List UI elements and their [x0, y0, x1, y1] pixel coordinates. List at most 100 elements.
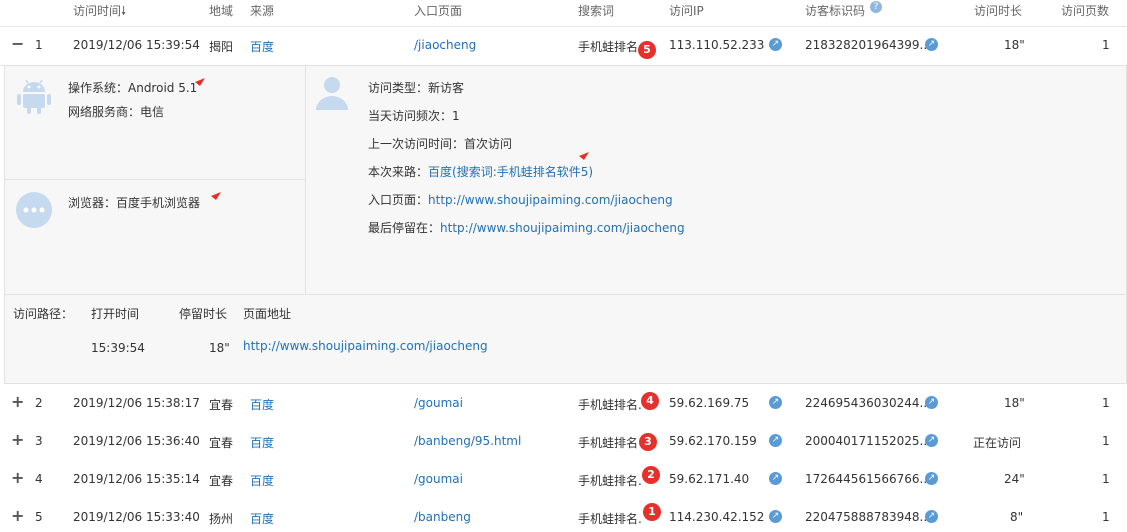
isp-info: 网络服务商：电信 [68, 105, 165, 119]
help-icon[interactable]: ? [870, 1, 882, 13]
row-visitor-id: 172644561566766... [805, 472, 931, 486]
row-region: 扬州 [209, 512, 234, 526]
path-time: 15:39:54 [91, 341, 145, 355]
expand-toggle[interactable]: + [11, 506, 24, 525]
row-visitor-id: 220475888783948... [805, 510, 931, 524]
annotation-arrow [211, 192, 221, 200]
path-label: 访问路径： [13, 307, 74, 321]
sort-by-visit-time[interactable]: 访问时间🠗 [73, 2, 126, 23]
row-region: 揭阳 [209, 40, 234, 54]
row-search-term: 手机蛙排名. [578, 512, 642, 526]
last-stay-label: 最后停留在： [368, 221, 441, 235]
row-source-link[interactable]: 百度 [250, 434, 274, 451]
header-region: 地域 [209, 4, 234, 18]
path-header-page: 页面地址 [243, 307, 292, 321]
collapse-toggle[interactable]: − [11, 34, 24, 53]
header-duration: 访问时长 [974, 4, 1023, 18]
table-row[interactable]: − 1 2019/12/06 15:39:54 揭阳 百度 /jiaocheng… [0, 27, 1127, 66]
trend-icon[interactable]: ↗ [769, 472, 782, 485]
row-entry-link[interactable]: /banbeng/95.html [414, 434, 521, 448]
row-source-link[interactable]: 百度 [250, 472, 274, 489]
header-visitor-id: 访客标识码 [805, 4, 866, 18]
android-icon [17, 79, 51, 114]
table-row[interactable]: + 2 2019/12/06 15:38:17 宜春 百度 /goumai 手机… [0, 385, 1127, 424]
annotation-arrow [195, 78, 205, 86]
day-frequency: 当天访问频次：1 [368, 109, 460, 123]
table-row[interactable]: + 3 2019/12/06 15:36:40 宜春 百度 /banbeng/9… [0, 423, 1127, 462]
entry-info: 入口页面：http://www.shoujipaiming.com/jiaoch… [368, 191, 673, 208]
row-index: 1 [35, 38, 43, 52]
trend-icon[interactable]: ↗ [925, 472, 938, 485]
header-visit-ip: 访问IP [669, 4, 704, 18]
row-entry-link[interactable]: /goumai [414, 396, 463, 410]
path-header-stay: 停留时长 [179, 307, 228, 321]
row-ip: 114.230.42.152 [669, 510, 765, 524]
annotation-badge: 5 [638, 41, 656, 59]
row-pages: 1 [1102, 434, 1110, 448]
row-time: 2019/12/06 15:38:17 [73, 396, 200, 410]
source-label: 本次来路： [368, 165, 429, 179]
source-link[interactable]: 百度(搜索词:手机蛙排名软件5) [428, 165, 593, 179]
expand-toggle[interactable]: + [11, 468, 24, 487]
row-pages: 1 [1102, 472, 1110, 486]
trend-icon[interactable]: ↗ [769, 396, 782, 409]
row-ip: 59.62.171.40 [669, 472, 750, 486]
path-url-link[interactable]: http://www.shoujipaiming.com/jiaocheng [243, 339, 488, 353]
last-stay-info: 最后停留在：http://www.shoujipaiming.com/jiaoc… [368, 219, 685, 236]
table-row[interactable]: + 5 2019/12/06 15:33:40 扬州 百度 /banbeng 手… [0, 499, 1127, 532]
entry-page-link[interactable]: http://www.shoujipaiming.com/jiaocheng [428, 193, 673, 207]
header-pages: 访问页数 [1061, 4, 1110, 18]
row-index: 2 [35, 396, 43, 410]
entry-label: 入口页面： [368, 193, 429, 207]
row-visitor-id: 200040171152025... [805, 434, 931, 448]
row-region: 宜春 [209, 398, 234, 412]
row-time: 2019/12/06 15:39:54 [73, 38, 200, 52]
row-duration: 24" [1004, 472, 1025, 486]
header-search-term: 搜索词 [578, 4, 615, 18]
row-duration: 18" [1004, 38, 1025, 52]
browser-icon [16, 192, 52, 228]
trend-icon[interactable]: ↗ [925, 434, 938, 447]
row-source-link[interactable]: 百度 [250, 38, 274, 55]
header-source: 来源 [250, 4, 275, 18]
row-time: 2019/12/06 15:36:40 [73, 434, 200, 448]
row-time: 2019/12/06 15:33:40 [73, 510, 200, 524]
table-row[interactable]: + 4 2019/12/06 15:35:14 宜春 百度 /goumai 手机… [0, 461, 1127, 500]
row-ip: 113.110.52.233 [669, 38, 765, 52]
trend-icon[interactable]: ↗ [769, 38, 782, 51]
row-ip: 59.62.170.159 [669, 434, 757, 448]
row-pages: 1 [1102, 38, 1110, 52]
annotation-badge: 1 [643, 503, 661, 521]
last-visit-time: 上一次访问时间：首次访问 [368, 137, 513, 151]
row-source-link[interactable]: 百度 [250, 510, 274, 527]
visit-detail-panel: 操作系统：Android 5.1 网络服务商：电信 浏览器：百度手机浏览器 访问… [4, 65, 1127, 384]
divider [5, 179, 305, 180]
trend-icon[interactable]: ↗ [925, 38, 938, 51]
trend-icon[interactable]: ↗ [925, 396, 938, 409]
os-info: 操作系统：Android 5.1 [68, 81, 198, 95]
row-entry-link[interactable]: /banbeng [414, 510, 471, 524]
expand-toggle[interactable]: + [11, 392, 24, 411]
row-duration: 18" [1004, 396, 1025, 410]
row-time: 2019/12/06 15:35:14 [73, 472, 200, 486]
path-duration: 18" [209, 341, 230, 355]
trend-icon[interactable]: ↗ [925, 510, 938, 523]
annotation-arrow [579, 152, 589, 160]
annotation-badge: 4 [641, 392, 659, 410]
row-index: 4 [35, 472, 43, 486]
row-index: 3 [35, 434, 43, 448]
row-entry-link[interactable]: /jiaocheng [414, 38, 476, 52]
sort-down-icon: 🠗 [121, 4, 127, 18]
row-entry-link[interactable]: /goumai [414, 472, 463, 486]
row-source-link[interactable]: 百度 [250, 396, 274, 413]
trend-icon[interactable]: ↗ [769, 434, 782, 447]
row-search-term: 手机蛙排名. [578, 398, 642, 412]
trend-icon[interactable]: ↗ [769, 510, 782, 523]
row-region: 宜春 [209, 436, 234, 450]
row-pages: 1 [1102, 396, 1110, 410]
last-stay-link[interactable]: http://www.shoujipaiming.com/jiaocheng [440, 221, 685, 235]
expand-toggle[interactable]: + [11, 430, 24, 449]
row-pages: 1 [1102, 510, 1110, 524]
annotation-badge: 3 [639, 433, 657, 451]
row-duration: 8" [1010, 510, 1024, 524]
